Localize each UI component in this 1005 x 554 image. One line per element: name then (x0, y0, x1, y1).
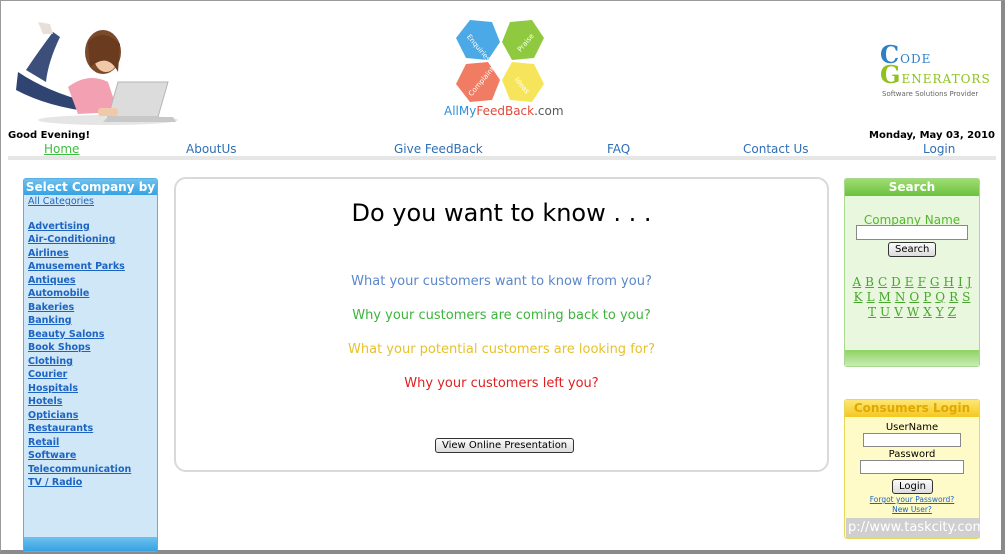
category-link[interactable]: Hotels (24, 395, 157, 409)
category-link[interactable]: Advertising (24, 220, 157, 234)
login-panel-title: Consumers Login (845, 400, 979, 417)
category-list: Advertising Air-Conditioning Airlines Amuse… (24, 220, 157, 490)
intro-question-4: Why your customers left you? (404, 376, 599, 391)
forgot-password-link[interactable]: Forgot your Password? (845, 495, 979, 504)
category-link[interactable]: Clothing (24, 355, 157, 369)
intro-panel: Do you want to know . . . What your cust… (174, 177, 829, 472)
category-link[interactable]: Beauty Salons (24, 328, 157, 342)
alphabet-link[interactable]: X (923, 305, 932, 319)
category-link[interactable]: Air-Conditioning (24, 233, 157, 247)
nav-login[interactable]: Login (923, 142, 955, 156)
nav-divider (8, 156, 996, 160)
category-link[interactable]: Retail (24, 436, 157, 450)
nav-faq[interactable]: FAQ (607, 142, 630, 156)
username-label: UserName (885, 422, 939, 433)
alphabet-row-1: ABCDEFGHIJ (845, 275, 979, 289)
category-link[interactable]: Amusement Parks (24, 260, 157, 274)
nav-contact[interactable]: Contact Us (743, 142, 809, 156)
logo-wordmark: AllMyFeedBack.com (444, 104, 564, 118)
greeting: Good Evening! (8, 130, 91, 141)
alphabet-link[interactable]: Q (935, 290, 945, 304)
alphabet-link[interactable]: P (923, 290, 931, 304)
alphabet-link[interactable]: L (867, 290, 875, 304)
alphabet-link[interactable]: B (865, 275, 874, 289)
new-user-link[interactable]: New User? (845, 505, 979, 514)
alphabet-link[interactable]: Y (936, 305, 944, 319)
alphabet-link[interactable]: J (967, 275, 972, 289)
category-link[interactable]: TV / Radio (24, 476, 157, 490)
category-link[interactable]: Restaurants (24, 422, 157, 436)
nav-give-feedback[interactable]: Give FeedBack (394, 142, 483, 156)
alphabet-link[interactable]: M (879, 290, 891, 304)
sponsor-line2: GENERATORS (880, 60, 991, 89)
alphabet-link[interactable]: W (907, 305, 919, 319)
intro-question-3: What your potential customers are lookin… (348, 342, 655, 357)
category-link[interactable]: Telecommunication (24, 463, 157, 477)
nav-home[interactable]: Home (44, 142, 79, 156)
alphabet-link[interactable]: R (949, 290, 958, 304)
alphabet-link[interactable]: F (918, 275, 926, 289)
alphabet-link[interactable]: I (958, 275, 963, 289)
hero-image (8, 12, 178, 125)
current-date: Monday, May 03, 2010 (869, 130, 995, 141)
alphabet-link[interactable]: S (962, 290, 970, 304)
alphabet-link[interactable]: K (854, 290, 863, 304)
password-input[interactable] (860, 460, 964, 474)
alphabet-link[interactable]: E (905, 275, 914, 289)
alphabet-link[interactable]: V (894, 305, 903, 319)
category-link[interactable]: Airlines (24, 247, 157, 261)
alphabet-link[interactable]: G (930, 275, 940, 289)
alphabet-row-3: TUVWXYZ (845, 305, 979, 319)
category-panel-title: Select Company by (24, 179, 157, 195)
alphabet-link[interactable]: U (880, 305, 890, 319)
sponsor-tagline: Software Solutions Provider (882, 90, 979, 98)
alphabet-link[interactable]: N (895, 290, 906, 304)
alphabet-link[interactable]: O (909, 290, 919, 304)
category-link[interactable]: Automobile (24, 287, 157, 301)
category-link[interactable]: Software (24, 449, 157, 463)
category-all[interactable]: All Categories (24, 195, 157, 209)
nav-about[interactable]: AboutUs (186, 142, 237, 156)
alphabet-link[interactable]: A (852, 275, 861, 289)
alphabet-row-2: KLMNOPQRS (845, 290, 979, 304)
logo-part-com: .com (534, 104, 564, 118)
category-link[interactable]: Antiques (24, 274, 157, 288)
company-name-input[interactable] (856, 225, 968, 240)
alphabet-link[interactable]: T (868, 305, 876, 319)
alphabet-link[interactable]: C (878, 275, 887, 289)
alphabet-link[interactable]: Z (948, 305, 956, 319)
category-panel: Select Company by All Categories Adverti… (23, 178, 158, 552)
category-panel-footer (24, 537, 157, 551)
site-logo[interactable]: Enquiries Praise Complaints Ideas AllMyF… (440, 16, 565, 124)
logo-part-feedback: FeedBack (476, 104, 535, 118)
password-label: Password (888, 449, 936, 460)
category-link[interactable]: Opticians (24, 409, 157, 423)
category-link[interactable]: Bakeries (24, 301, 157, 315)
category-link[interactable]: Book Shops (24, 341, 157, 355)
intro-question-1: What your customers want to know from yo… (351, 274, 652, 289)
alphabet-link[interactable]: D (891, 275, 901, 289)
search-panel: Search Company Name Search ABCDEFGHIJ KL… (844, 178, 980, 367)
intro-headline: Do you want to know . . . (351, 199, 652, 227)
search-button[interactable]: Search (888, 242, 937, 257)
search-panel-title: Search (845, 179, 979, 196)
watermark: p://www.taskcity.com (846, 518, 980, 538)
intro-question-2: Why your customers are coming back to yo… (352, 308, 651, 323)
alphabet-link[interactable]: H (943, 275, 953, 289)
category-link[interactable]: Hospitals (24, 382, 157, 396)
logo-petals: Enquiries Praise Complaints Ideas (456, 20, 544, 102)
username-input[interactable] (863, 433, 961, 447)
view-presentation-button[interactable]: View Online Presentation (435, 438, 575, 453)
search-panel-footer (845, 350, 979, 366)
login-button[interactable]: Login (892, 479, 933, 494)
category-link[interactable]: Courier (24, 368, 157, 382)
category-link[interactable]: Banking (24, 314, 157, 328)
sponsor-logo[interactable]: CODE GENERATORS Software Solutions Provi… (880, 40, 998, 102)
logo-part-allmy: AllMy (444, 104, 477, 118)
